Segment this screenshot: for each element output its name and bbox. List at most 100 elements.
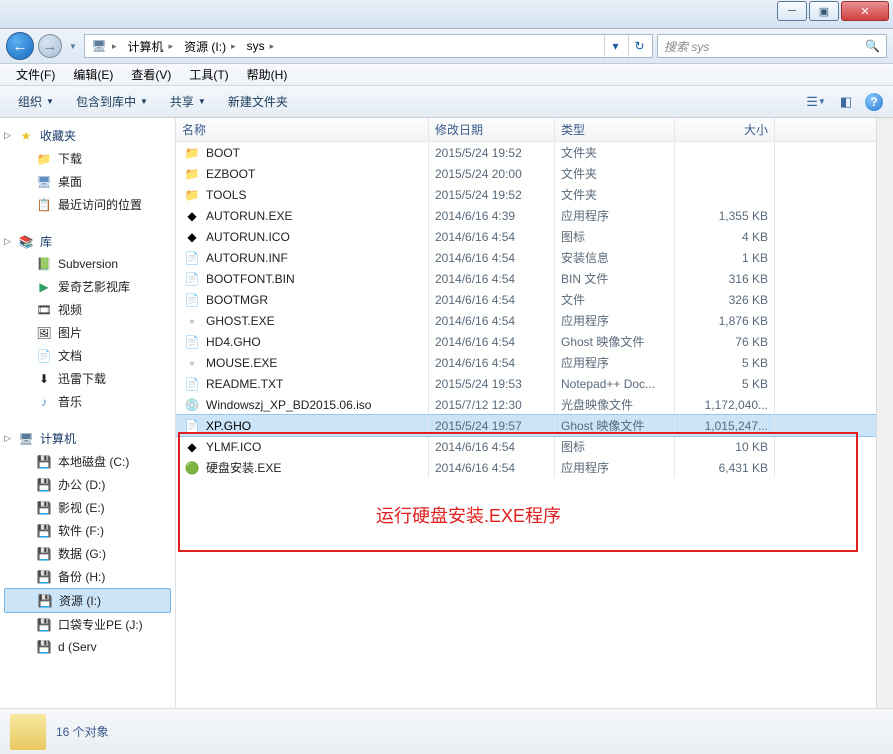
collapse-icon[interactable]: ▷ bbox=[4, 236, 11, 247]
new-folder-button[interactable]: 新建文件夹 bbox=[220, 90, 296, 113]
menu-file[interactable]: 文件(F) bbox=[8, 64, 63, 85]
file-row[interactable]: ▫MOUSE.EXE2014/6/16 4:54应用程序5 KB bbox=[176, 352, 876, 373]
sidebar-item[interactable]: 📄文档 bbox=[0, 344, 175, 367]
file-date: 2015/5/24 19:57 bbox=[429, 415, 555, 436]
sidebar-item[interactable]: 📗Subversion bbox=[0, 253, 175, 275]
chevron-right-icon[interactable]: ▸ bbox=[109, 41, 120, 52]
file-size: 4 KB bbox=[675, 226, 775, 247]
file-row[interactable]: 📁BOOT2015/5/24 19:52文件夹 bbox=[176, 142, 876, 163]
file-name: TOOLS bbox=[206, 188, 246, 202]
minimize-button[interactable]: ─ bbox=[777, 1, 807, 21]
sidebar-item[interactable]: ▶爱奇艺影视库 bbox=[0, 275, 175, 298]
column-headers: 名称 修改日期 类型 大小 bbox=[176, 118, 876, 142]
sidebar-item-drive-e[interactable]: 💾影视 (E:) bbox=[0, 496, 175, 519]
file-name: AUTORUN.ICO bbox=[206, 230, 290, 244]
file-icon: ◆ bbox=[184, 208, 200, 224]
file-icon: ◆ bbox=[184, 229, 200, 245]
file-size: 1,015,247... bbox=[675, 415, 775, 436]
sidebar-item-drive-f[interactable]: 💾软件 (F:) bbox=[0, 519, 175, 542]
file-row[interactable]: 🟢硬盘安装.EXE2014/6/16 4:54应用程序6,431 KB bbox=[176, 457, 876, 478]
video-icon: 🎞 bbox=[36, 302, 52, 318]
file-date: 2014/6/16 4:54 bbox=[429, 226, 555, 247]
breadcrumb-segment[interactable]: 计算机 bbox=[128, 38, 164, 55]
history-dropdown-icon[interactable]: ▼ bbox=[66, 42, 80, 51]
image-icon: 🖼 bbox=[36, 325, 52, 341]
file-row[interactable]: ▫GHOST.EXE2014/6/16 4:54应用程序1,876 KB bbox=[176, 310, 876, 331]
file-date: 2015/5/24 19:52 bbox=[429, 142, 555, 163]
address-bar[interactable]: 🖥▸ 计算机▸ 资源 (I:)▸ sys▸ ▾ ↻ bbox=[84, 34, 653, 58]
file-size: 5 KB bbox=[675, 352, 775, 373]
include-in-library-button[interactable]: 包含到库中 ▼ bbox=[68, 90, 156, 113]
menu-view[interactable]: 查看(V) bbox=[123, 64, 179, 85]
sidebar-item-drive-c[interactable]: 💾本地磁盘 (C:) bbox=[0, 450, 175, 473]
file-row[interactable]: ◆AUTORUN.EXE2014/6/16 4:39应用程序1,355 KB bbox=[176, 205, 876, 226]
chevron-right-icon[interactable]: ▸ bbox=[267, 41, 278, 52]
file-name: EZBOOT bbox=[206, 167, 255, 181]
chevron-right-icon[interactable]: ▸ bbox=[228, 41, 239, 52]
maximize-button[interactable]: ▣ bbox=[809, 1, 839, 21]
file-type: 应用程序 bbox=[555, 310, 675, 331]
file-type: 安装信息 bbox=[555, 247, 675, 268]
sidebar-item[interactable]: 🖼图片 bbox=[0, 321, 175, 344]
sidebar-item-desktop[interactable]: 🖥桌面 bbox=[0, 170, 175, 193]
column-date[interactable]: 修改日期 bbox=[429, 118, 555, 141]
file-row[interactable]: 📄BOOTMGR2014/6/16 4:54文件326 KB bbox=[176, 289, 876, 310]
back-button[interactable]: ← bbox=[6, 32, 34, 60]
search-input[interactable]: 搜索 sys 🔍 bbox=[657, 34, 887, 58]
sidebar-item[interactable]: ♪音乐 bbox=[0, 390, 175, 413]
history-dropdown-icon[interactable]: ▾ bbox=[604, 35, 626, 57]
window-titlebar: ─ ▣ ✕ bbox=[0, 0, 893, 29]
desktop-icon: 🖥 bbox=[36, 174, 52, 190]
sidebar-item-drive-j[interactable]: 💾口袋专业PE (J:) bbox=[0, 613, 175, 636]
sidebar-item-recent[interactable]: 📋最近访问的位置 bbox=[0, 193, 175, 216]
menu-help[interactable]: 帮助(H) bbox=[239, 64, 296, 85]
collapse-icon[interactable]: ▷ bbox=[4, 433, 11, 444]
sidebar-computer[interactable]: ▷🖥计算机 bbox=[0, 427, 175, 450]
file-icon: 📄 bbox=[184, 271, 200, 287]
vertical-scrollbar[interactable] bbox=[876, 118, 893, 708]
file-row[interactable]: 📁EZBOOT2015/5/24 20:00文件夹 bbox=[176, 163, 876, 184]
file-row[interactable]: 📄HD4.GHO2014/6/16 4:54Ghost 映像文件76 KB bbox=[176, 331, 876, 352]
chevron-right-icon[interactable]: ▸ bbox=[166, 41, 177, 52]
search-icon[interactable]: 🔍 bbox=[865, 39, 880, 53]
sidebar-item-drive-i[interactable]: 💾资源 (I:) bbox=[4, 588, 171, 613]
music-icon: ♪ bbox=[36, 394, 52, 410]
sidebar-item-drive-h[interactable]: 💾备份 (H:) bbox=[0, 565, 175, 588]
organize-button[interactable]: 组织 ▼ bbox=[10, 90, 62, 113]
refresh-button[interactable]: ↻ bbox=[628, 35, 650, 57]
file-list[interactable]: 名称 修改日期 类型 大小 📁BOOT2015/5/24 19:52文件夹📁EZ… bbox=[176, 118, 876, 708]
sidebar-item-drive-g[interactable]: 💾数据 (G:) bbox=[0, 542, 175, 565]
file-row[interactable]: 💿Windowszj_XP_BD2015.06.iso2015/7/12 12:… bbox=[176, 394, 876, 415]
file-row[interactable]: 📄BOOTFONT.BIN2014/6/16 4:54BIN 文件316 KB bbox=[176, 268, 876, 289]
sidebar-item[interactable]: ⬇迅雷下载 bbox=[0, 367, 175, 390]
file-row[interactable]: 📁TOOLS2015/5/24 19:52文件夹 bbox=[176, 184, 876, 205]
file-icon: 📄 bbox=[184, 292, 200, 308]
column-size[interactable]: 大小 bbox=[675, 118, 775, 141]
menu-tools[interactable]: 工具(T) bbox=[181, 64, 236, 85]
preview-pane-button[interactable]: ◧ bbox=[835, 93, 857, 111]
file-name: BOOT bbox=[206, 146, 240, 160]
file-row[interactable]: ◆YLMF.ICO2014/6/16 4:54图标10 KB bbox=[176, 436, 876, 457]
file-row[interactable]: 📄AUTORUN.INF2014/6/16 4:54安装信息1 KB bbox=[176, 247, 876, 268]
sidebar-item-downloads[interactable]: 📁下载 bbox=[0, 147, 175, 170]
column-name[interactable]: 名称 bbox=[176, 118, 429, 141]
file-row[interactable]: 📄XP.GHO2015/5/24 19:57Ghost 映像文件1,015,24… bbox=[176, 415, 876, 436]
help-button[interactable]: ? bbox=[865, 93, 883, 111]
file-row[interactable]: ◆AUTORUN.ICO2014/6/16 4:54图标4 KB bbox=[176, 226, 876, 247]
file-icon: 📁 bbox=[184, 145, 200, 161]
sidebar-item-drive-d[interactable]: 💾办公 (D:) bbox=[0, 473, 175, 496]
sidebar-item[interactable]: 🎞视频 bbox=[0, 298, 175, 321]
menu-edit[interactable]: 编辑(E) bbox=[65, 64, 121, 85]
collapse-icon[interactable]: ▷ bbox=[4, 130, 11, 141]
sidebar-libraries[interactable]: ▷📚库 bbox=[0, 230, 175, 253]
close-button[interactable]: ✕ bbox=[841, 1, 889, 21]
file-row[interactable]: 📄README.TXT2015/5/24 19:53Notepad++ Doc.… bbox=[176, 373, 876, 394]
share-button[interactable]: 共享 ▼ bbox=[162, 90, 214, 113]
column-type[interactable]: 类型 bbox=[555, 118, 675, 141]
sidebar-item-drive-net[interactable]: 💾d (Serv bbox=[0, 636, 175, 658]
forward-button[interactable]: → bbox=[38, 34, 62, 58]
breadcrumb-segment[interactable]: 资源 (I:) bbox=[184, 38, 226, 55]
sidebar-favorites[interactable]: ▷★收藏夹 bbox=[0, 124, 175, 147]
breadcrumb-segment[interactable]: sys bbox=[247, 39, 265, 53]
view-options-button[interactable]: ☰ ▼ bbox=[805, 93, 827, 111]
